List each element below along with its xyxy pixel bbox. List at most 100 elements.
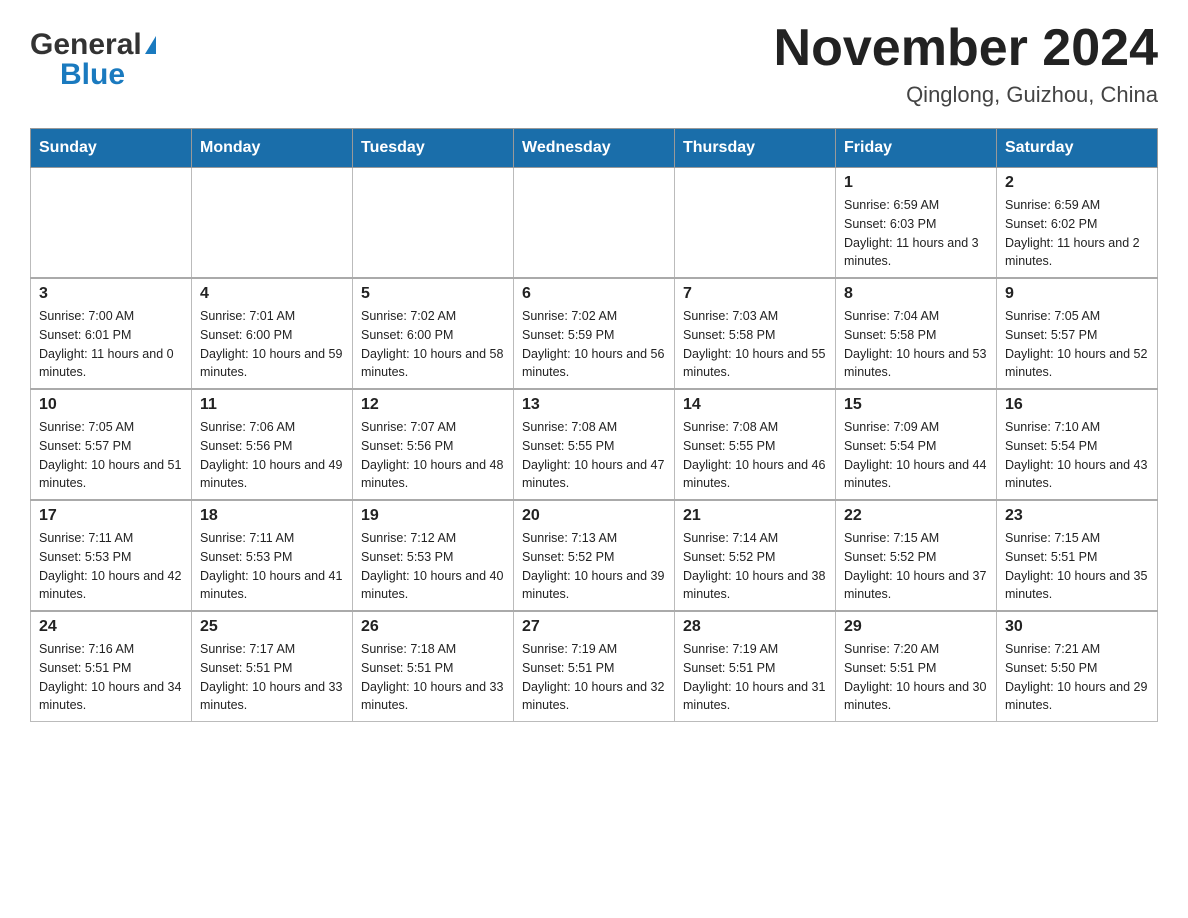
day-number: 7 (683, 285, 827, 303)
day-number: 4 (200, 285, 344, 303)
day-number: 29 (844, 618, 988, 636)
day-number: 12 (361, 396, 505, 414)
calendar-day-header: Tuesday (353, 129, 514, 168)
day-info: Sunrise: 7:11 AM Sunset: 5:53 PM Dayligh… (200, 529, 344, 604)
day-info: Sunrise: 7:04 AM Sunset: 5:58 PM Dayligh… (844, 307, 988, 382)
calendar-day-cell: 1 Sunrise: 6:59 AM Sunset: 6:03 PM Daylig… (836, 168, 997, 279)
day-number: 10 (39, 396, 183, 414)
calendar-day-cell: 4 Sunrise: 7:01 AM Sunset: 6:00 PM Daylig… (192, 278, 353, 389)
calendar-day-cell: 13 Sunrise: 7:08 AM Sunset: 5:55 PM Dayli… (514, 389, 675, 500)
calendar-day-cell: 6 Sunrise: 7:02 AM Sunset: 5:59 PM Daylig… (514, 278, 675, 389)
calendar-week-row: 24 Sunrise: 7:16 AM Sunset: 5:51 PM Dayli… (31, 611, 1158, 722)
day-info: Sunrise: 6:59 AM Sunset: 6:02 PM Dayligh… (1005, 196, 1149, 271)
day-info: Sunrise: 7:03 AM Sunset: 5:58 PM Dayligh… (683, 307, 827, 382)
calendar-day-cell: 27Sunrise: 7:19 AM Sunset: 5:51 PM Dayli… (514, 611, 675, 722)
calendar-day-cell (514, 168, 675, 279)
calendar-day-cell: 3 Sunrise: 7:00 AM Sunset: 6:01 PM Daylig… (31, 278, 192, 389)
day-info: Sunrise: 6:59 AM Sunset: 6:03 PM Dayligh… (844, 196, 988, 271)
day-number: 21 (683, 507, 827, 525)
day-info: Sunrise: 7:01 AM Sunset: 6:00 PM Dayligh… (200, 307, 344, 382)
calendar-day-cell: 23 Sunrise: 7:15 AM Sunset: 5:51 PM Dayli… (997, 500, 1158, 611)
day-number: 2 (1005, 174, 1149, 192)
day-number: 17 (39, 507, 183, 525)
day-number: 15 (844, 396, 988, 414)
calendar-day-cell (675, 168, 836, 279)
calendar-day-cell: 16 Sunrise: 7:10 AM Sunset: 5:54 PM Dayli… (997, 389, 1158, 500)
day-number: 23 (1005, 507, 1149, 525)
calendar-day-cell: 22 Sunrise: 7:15 AM Sunset: 5:52 PM Dayli… (836, 500, 997, 611)
day-number: 11 (200, 396, 344, 414)
logo-blue-text: Blue (60, 60, 125, 90)
day-info: Sunrise: 7:19 AM Sunset: 5:51 PM Dayligh… (522, 640, 666, 715)
day-info: Sunrise: 7:17 AM Sunset: 5:51 PM Dayligh… (200, 640, 344, 715)
calendar-day-cell: 21 Sunrise: 7:14 AM Sunset: 5:52 PM Dayli… (675, 500, 836, 611)
day-info: Sunrise: 7:06 AM Sunset: 5:56 PM Dayligh… (200, 418, 344, 493)
calendar-day-header: Wednesday (514, 129, 675, 168)
day-info: Sunrise: 7:16 AM Sunset: 5:51 PM Dayligh… (39, 640, 183, 715)
day-number: 14 (683, 396, 827, 414)
logo-triangle-icon (145, 36, 156, 54)
day-number: 6 (522, 285, 666, 303)
calendar-day-cell: 18 Sunrise: 7:11 AM Sunset: 5:53 PM Dayli… (192, 500, 353, 611)
day-number: 13 (522, 396, 666, 414)
calendar-day-cell: 9 Sunrise: 7:05 AM Sunset: 5:57 PM Daylig… (997, 278, 1158, 389)
calendar-week-row: 3 Sunrise: 7:00 AM Sunset: 6:01 PM Daylig… (31, 278, 1158, 389)
day-info: Sunrise: 7:10 AM Sunset: 5:54 PM Dayligh… (1005, 418, 1149, 493)
day-info: Sunrise: 7:12 AM Sunset: 5:53 PM Dayligh… (361, 529, 505, 604)
calendar-day-cell: 2 Sunrise: 6:59 AM Sunset: 6:02 PM Daylig… (997, 168, 1158, 279)
day-info: Sunrise: 7:02 AM Sunset: 5:59 PM Dayligh… (522, 307, 666, 382)
calendar-day-cell: 20Sunrise: 7:13 AM Sunset: 5:52 PM Dayli… (514, 500, 675, 611)
day-info: Sunrise: 7:09 AM Sunset: 5:54 PM Dayligh… (844, 418, 988, 493)
calendar-day-header: Thursday (675, 129, 836, 168)
calendar-day-cell: 28Sunrise: 7:19 AM Sunset: 5:51 PM Dayli… (675, 611, 836, 722)
page-header: General Blue November 2024 Qinglong, Gui… (30, 20, 1158, 108)
day-info: Sunrise: 7:13 AM Sunset: 5:52 PM Dayligh… (522, 529, 666, 604)
calendar-day-cell: 29 Sunrise: 7:20 AM Sunset: 5:51 PM Dayli… (836, 611, 997, 722)
calendar-day-cell (31, 168, 192, 279)
day-number: 19 (361, 507, 505, 525)
logo-general-text: General (30, 30, 142, 60)
calendar-day-cell: 30 Sunrise: 7:21 AM Sunset: 5:50 PM Dayli… (997, 611, 1158, 722)
day-info: Sunrise: 7:19 AM Sunset: 5:51 PM Dayligh… (683, 640, 827, 715)
day-info: Sunrise: 7:15 AM Sunset: 5:51 PM Dayligh… (1005, 529, 1149, 604)
calendar-day-cell: 12Sunrise: 7:07 AM Sunset: 5:56 PM Dayli… (353, 389, 514, 500)
calendar-day-cell: 8 Sunrise: 7:04 AM Sunset: 5:58 PM Daylig… (836, 278, 997, 389)
day-number: 9 (1005, 285, 1149, 303)
day-info: Sunrise: 7:08 AM Sunset: 5:55 PM Dayligh… (683, 418, 827, 493)
calendar-week-row: 17 Sunrise: 7:11 AM Sunset: 5:53 PM Dayli… (31, 500, 1158, 611)
calendar-day-cell (192, 168, 353, 279)
day-info: Sunrise: 7:05 AM Sunset: 5:57 PM Dayligh… (1005, 307, 1149, 382)
day-info: Sunrise: 7:11 AM Sunset: 5:53 PM Dayligh… (39, 529, 183, 604)
day-number: 22 (844, 507, 988, 525)
day-number: 1 (844, 174, 988, 192)
day-number: 3 (39, 285, 183, 303)
day-info: Sunrise: 7:00 AM Sunset: 6:01 PM Dayligh… (39, 307, 183, 382)
day-info: Sunrise: 7:02 AM Sunset: 6:00 PM Dayligh… (361, 307, 505, 382)
day-number: 8 (844, 285, 988, 303)
day-info: Sunrise: 7:21 AM Sunset: 5:50 PM Dayligh… (1005, 640, 1149, 715)
location-subtitle: Qinglong, Guizhou, China (774, 82, 1158, 108)
calendar-day-cell: 5Sunrise: 7:02 AM Sunset: 6:00 PM Daylig… (353, 278, 514, 389)
calendar-table: SundayMondayTuesdayWednesdayThursdayFrid… (30, 128, 1158, 722)
calendar-day-cell: 17 Sunrise: 7:11 AM Sunset: 5:53 PM Dayli… (31, 500, 192, 611)
day-info: Sunrise: 7:20 AM Sunset: 5:51 PM Dayligh… (844, 640, 988, 715)
day-info: Sunrise: 7:15 AM Sunset: 5:52 PM Dayligh… (844, 529, 988, 604)
day-number: 16 (1005, 396, 1149, 414)
day-info: Sunrise: 7:08 AM Sunset: 5:55 PM Dayligh… (522, 418, 666, 493)
calendar-header-row: SundayMondayTuesdayWednesdayThursdayFrid… (31, 129, 1158, 168)
day-number: 25 (200, 618, 344, 636)
day-number: 24 (39, 618, 183, 636)
day-info: Sunrise: 7:14 AM Sunset: 5:52 PM Dayligh… (683, 529, 827, 604)
calendar-day-header: Friday (836, 129, 997, 168)
calendar-day-cell: 25 Sunrise: 7:17 AM Sunset: 5:51 PM Dayli… (192, 611, 353, 722)
day-number: 26 (361, 618, 505, 636)
calendar-day-cell: 15 Sunrise: 7:09 AM Sunset: 5:54 PM Dayli… (836, 389, 997, 500)
day-number: 30 (1005, 618, 1149, 636)
title-area: November 2024 Qinglong, Guizhou, China (774, 20, 1158, 108)
logo: General Blue (30, 20, 156, 90)
calendar-day-cell (353, 168, 514, 279)
calendar-day-cell: 7 Sunrise: 7:03 AM Sunset: 5:58 PM Daylig… (675, 278, 836, 389)
day-info: Sunrise: 7:05 AM Sunset: 5:57 PM Dayligh… (39, 418, 183, 493)
day-number: 18 (200, 507, 344, 525)
calendar-week-row: 1 Sunrise: 6:59 AM Sunset: 6:03 PM Daylig… (31, 168, 1158, 279)
